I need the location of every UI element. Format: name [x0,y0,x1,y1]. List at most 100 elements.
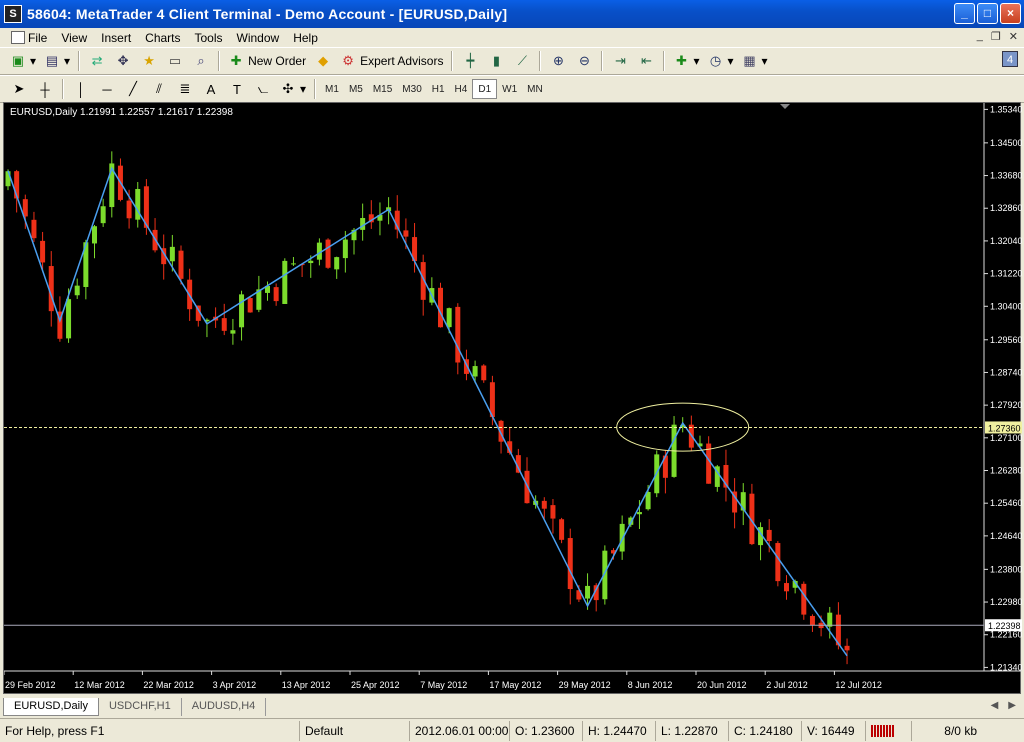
shapes-icon: ✣ [282,81,294,96]
tf-m5[interactable]: M5 [344,79,368,99]
indicators-icon: ✚ [676,53,687,68]
tab-audusd-h4[interactable]: AUDUSD,H4 [182,698,267,716]
candle-body [766,529,772,542]
candle-body [559,519,565,540]
price-tick-label: 1.21340 [990,662,1022,672]
strategy-tester-button[interactable]: ⌕ [190,50,212,72]
menu-file[interactable]: File [4,31,54,45]
price-chart[interactable]: 1.273601.223981.353401.345001.336801.328… [4,103,1022,695]
tf-m15[interactable]: M15 [368,79,397,99]
profiles-button[interactable]: ▤ ▾ [42,50,72,72]
autoscroll-button[interactable]: ⇥ [609,50,631,72]
periods-button[interactable]: ◷ ▾ [705,50,735,72]
expert-advisors-button[interactable]: ⚙ Expert Advisors [338,50,445,72]
menu-tools[interactable]: Tools [188,31,230,45]
maximize-button[interactable]: □ [977,3,998,24]
market-watch-button[interactable]: ⇄ [86,50,108,72]
channel-button[interactable]: ⫽ [148,78,170,100]
candle-body [455,306,461,363]
tab-right-icon[interactable]: ▶ [1008,700,1016,711]
trendline-icon: ╱ [129,81,137,96]
horizontal-line-button[interactable]: ─ [96,78,118,100]
menu-charts[interactable]: Charts [138,31,187,45]
line-chart-icon: ⟋ [517,53,527,68]
candle-body [92,226,97,244]
crosshair-icon: ✥ [117,53,129,68]
tf-w1[interactable]: W1 [497,79,522,99]
status-high: H: 1.24470 [583,720,656,741]
cursor-button[interactable]: ➤ [8,78,30,100]
app-icon[interactable]: S [4,5,22,23]
terminal-button[interactable]: ▭ [164,50,186,72]
shapes-button[interactable]: ✣ ▾ [278,78,308,100]
candle-body [100,206,106,224]
status-traffic: 8/0 kb [944,723,977,738]
drawing-toolbar: ➤ ┼ │ ─ ╱ ⫽ ≣ A T ⦦ ✣ ▾ M1 M5 M15 M30 H1 … [0,75,1024,103]
zoom-in-icon: ⊕ [553,53,564,68]
mdi-close-button[interactable]: ✕ [1009,30,1018,43]
candle-body [438,287,443,328]
mdi-minimize-button[interactable]: _ [977,30,983,43]
tf-m1[interactable]: M1 [320,79,344,99]
tf-d1[interactable]: D1 [472,79,498,99]
status-profile: Default [300,720,410,741]
bar-chart-button[interactable]: ┿ [459,50,481,72]
chart-shift-button[interactable]: ⇤ [635,50,657,72]
tf-h1[interactable]: H1 [427,79,450,99]
tf-h4[interactable]: H4 [450,79,473,99]
tf-mn[interactable]: MN [522,79,548,99]
metaeditor-button[interactable]: ◆ [312,50,334,72]
status-open: O: 1.23600 [510,720,583,741]
date-tick-label: 3 Apr 2012 [213,680,257,690]
menu-help[interactable]: Help [286,31,325,45]
minimize-button[interactable]: _ [954,3,975,24]
connection-bars-icon [871,724,895,737]
crosshair-icon: ┼ [40,81,50,97]
notification-badge[interactable]: 4 [1002,51,1018,67]
menu-window[interactable]: Window [230,31,287,45]
navigator-button[interactable]: ★ [138,50,160,72]
crosshair-button[interactable]: ┼ [34,78,56,100]
mdi-restore-button[interactable]: ❐ [991,30,1001,43]
price-tick-label: 1.27920 [990,400,1022,410]
text-button[interactable]: A [200,78,222,100]
candle-body [40,240,46,263]
tf-m30[interactable]: M30 [397,79,426,99]
tab-left-icon[interactable]: ◀ [991,700,999,711]
price-tick-label: 1.32040 [990,236,1022,246]
tab-usdchf-h1[interactable]: USDCHF,H1 [99,698,182,716]
arrows-button[interactable]: ⦦ [252,78,274,100]
candle-body [550,505,556,519]
templates-button[interactable]: ▦ ▾ [740,50,770,72]
candle-body [290,263,296,265]
price-tick-label: 1.32860 [990,203,1022,213]
menu-insert[interactable]: Insert [94,31,138,45]
chart-window[interactable]: EURUSD,Daily 1.21991 1.22557 1.21617 1.2… [3,102,1022,695]
candle-body [567,538,573,590]
menu-view[interactable]: View [54,31,94,45]
file-icon [11,31,25,44]
new-order-button[interactable]: ✚ New Order [226,50,308,72]
candle-body [809,615,815,626]
close-button[interactable]: × [1000,3,1021,24]
candlesticks-button[interactable]: ▮ [485,50,507,72]
text-label-button[interactable]: T [226,78,248,100]
data-window-button[interactable]: ✥ [112,50,134,72]
vertical-line-button[interactable]: │ [70,78,92,100]
status-volume: V: 16449 [802,720,866,741]
zoom-out-button[interactable]: ⊖ [573,50,595,72]
price-tick-label: 1.23800 [990,564,1022,574]
candle-body [801,583,807,615]
fibonacci-button[interactable]: ≣ [174,78,196,100]
date-tick-label: 13 Apr 2012 [282,680,331,690]
line-chart-button[interactable]: ⟋ [511,50,533,72]
new-chart-button[interactable]: ▣ ▾ [8,50,38,72]
date-tick-label: 12 Jul 2012 [835,680,882,690]
trendline-button[interactable]: ╱ [122,78,144,100]
status-low: L: 1.22870 [656,720,729,741]
text-icon: A [206,81,216,97]
zoom-in-button[interactable]: ⊕ [547,50,569,72]
candle-body [827,612,833,627]
indicators-button[interactable]: ✚ ▾ [671,50,701,72]
tab-eurusd-daily[interactable]: EURUSD,Daily [3,698,99,716]
